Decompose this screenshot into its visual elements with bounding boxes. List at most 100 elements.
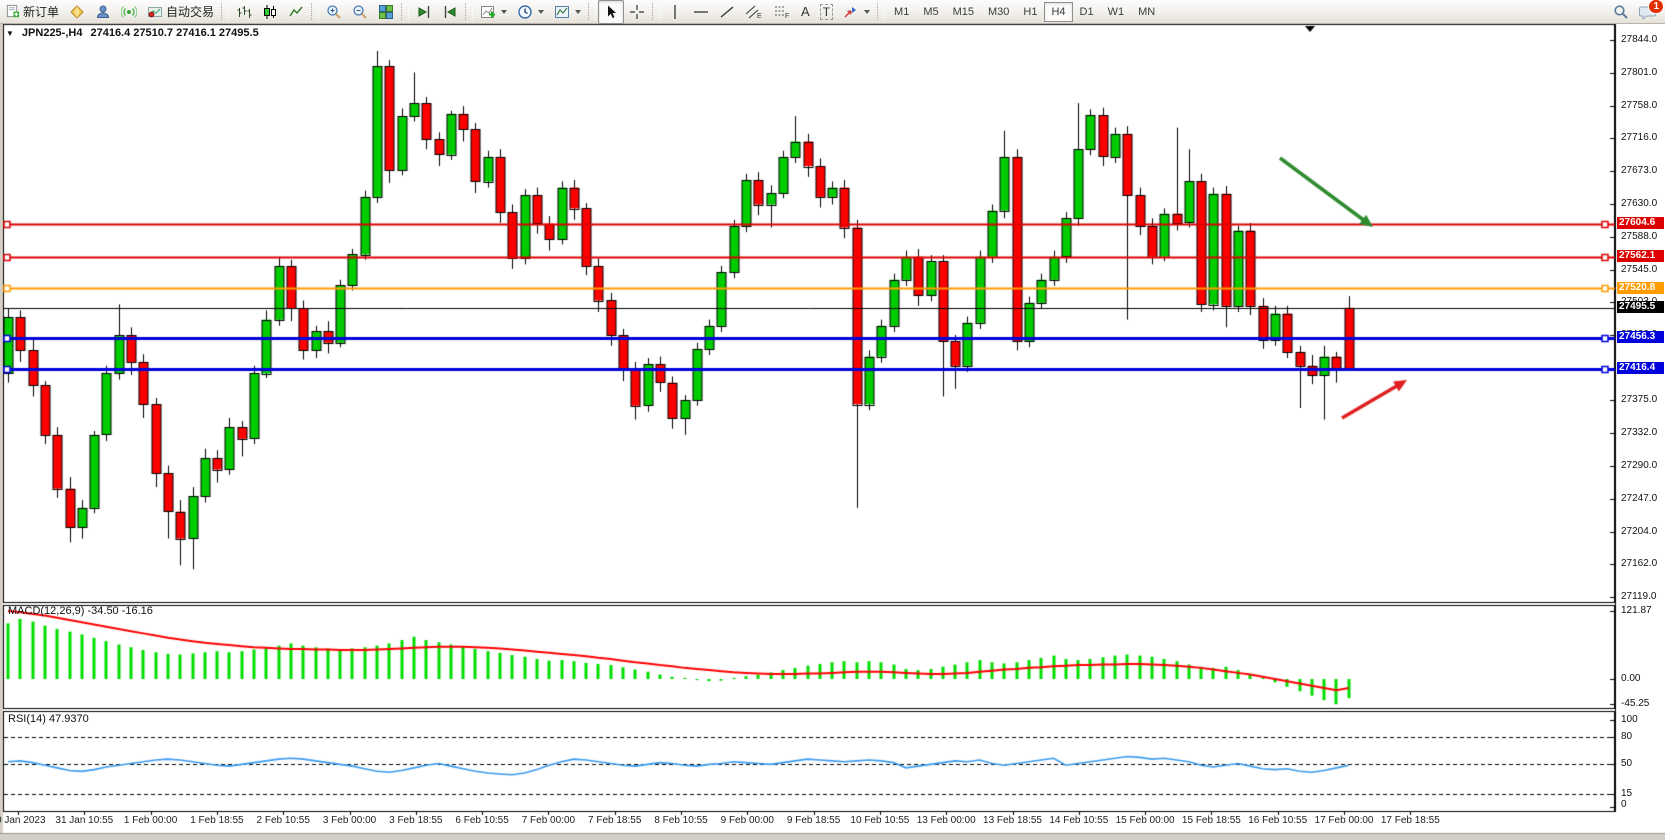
rsi-axis-tick: 100 (1621, 714, 1638, 725)
cursor-tool-button[interactable] (598, 0, 624, 24)
price-tag[interactable]: 27604.6 (1617, 217, 1664, 229)
timeframe-M1[interactable]: M1 (887, 2, 916, 22)
chart-canvas[interactable] (0, 0, 1665, 840)
fibonacci-icon: F (773, 4, 791, 20)
auto-trading-button[interactable]: 自动交易 (142, 0, 219, 24)
rsi-axis-tick: 15 (1621, 788, 1632, 799)
auto-scroll-icon (416, 4, 432, 20)
clock-icon (517, 4, 533, 20)
time-axis-label: 13 Feb 18:55 (983, 815, 1042, 826)
cursor-icon (603, 4, 619, 20)
profile-icon (95, 4, 111, 20)
template-icon (554, 4, 570, 20)
fibonacci-tool-button[interactable]: F (768, 0, 796, 24)
profile-button[interactable] (90, 0, 116, 24)
price-tick: 27673.0 (1621, 165, 1657, 176)
price-tag[interactable]: 27416.4 (1617, 362, 1664, 374)
time-axis-label: 3 Feb 18:55 (389, 815, 442, 826)
timeframe-M5[interactable]: M5 (916, 2, 945, 22)
chart-symbol-period: JPN225-,H4 (22, 27, 83, 39)
text-label-tool-button[interactable]: T (815, 0, 838, 24)
line-chart-icon (288, 4, 304, 20)
tile-windows-button[interactable] (373, 0, 399, 24)
notifications-button[interactable]: 1 (1639, 4, 1657, 20)
zoom-in-button[interactable] (321, 0, 347, 24)
price-tag[interactable]: 27520.8 (1617, 282, 1664, 294)
price-tick: 27844.0 (1621, 34, 1657, 45)
price-tag[interactable]: 27456.3 (1617, 331, 1664, 343)
price-tag[interactable]: 27495.5 (1617, 301, 1664, 313)
text-label-icon: T (820, 4, 833, 20)
time-axis-label: 7 Feb 00:00 (522, 815, 575, 826)
new-order-button[interactable]: 新订单 (0, 0, 64, 24)
templates-button[interactable] (549, 0, 586, 24)
toolbar-separator (465, 3, 473, 20)
toolbar-separator (652, 3, 660, 20)
search-icon[interactable] (1613, 4, 1629, 20)
periods-button[interactable] (512, 0, 549, 24)
time-axis-label: 30 Jan 2023 (0, 815, 46, 826)
price-tick: 27716.0 (1621, 132, 1657, 143)
time-axis-label: 15 Feb 18:55 (1182, 815, 1241, 826)
gem-button[interactable] (64, 0, 90, 24)
price-tick: 27247.0 (1621, 493, 1657, 504)
toolbar-separator (311, 3, 319, 20)
macd-axis-tick: 0.00 (1621, 673, 1640, 684)
time-axis-label: 2 Feb 10:55 (257, 815, 310, 826)
line-chart-button[interactable] (283, 0, 309, 24)
time-axis-label: 13 Feb 00:00 (917, 815, 976, 826)
price-tick: 27545.0 (1621, 264, 1657, 275)
chart-title-caret[interactable]: ▼ (6, 29, 14, 38)
indicators-icon (480, 4, 496, 20)
price-tick: 27162.0 (1621, 558, 1657, 569)
vline-tool-button[interactable] (662, 0, 688, 24)
macd-axis-tick: -45.25 (1621, 698, 1649, 709)
price-tick: 27119.0 (1621, 591, 1656, 602)
candlestick-button[interactable] (257, 0, 283, 24)
channel-tool-button[interactable]: E (740, 0, 768, 24)
timeframe-MN[interactable]: MN (1131, 2, 1162, 22)
chart-title[interactable]: ▼ JPN225-,H4 27416.4 27510.7 27416.1 274… (6, 27, 259, 39)
arrows-tool-button[interactable] (838, 0, 875, 24)
text-tool-button[interactable]: A (796, 0, 815, 24)
tile-windows-icon (378, 4, 394, 20)
timeframe-M15[interactable]: M15 (946, 2, 981, 22)
signal-button[interactable] (116, 0, 142, 24)
bar-chart-icon (236, 4, 252, 20)
price-tick: 27204.0 (1621, 526, 1657, 537)
indicators-button[interactable] (475, 0, 512, 24)
chart-shift-icon (442, 4, 458, 20)
timeframe-W1[interactable]: W1 (1101, 2, 1132, 22)
time-axis-label: 8 Feb 10:55 (654, 815, 707, 826)
auto-trading-label: 自动交易 (166, 3, 214, 20)
timeframe-M30[interactable]: M30 (981, 2, 1016, 22)
price-tick: 27758.0 (1621, 100, 1657, 111)
toolbar: 新订单 自动交易 E F A T M1M5M15M30H1H4D1W1MN 1 (0, 0, 1665, 24)
trendline-tool-button[interactable] (714, 0, 740, 24)
chevron-down-icon (575, 10, 581, 14)
hline-tool-button[interactable] (688, 0, 714, 24)
price-tag[interactable]: 27562.1 (1617, 250, 1664, 262)
price-tick: 27375.0 (1621, 394, 1657, 405)
chevron-down-icon (538, 10, 544, 14)
auto-trading-icon (147, 4, 163, 20)
crosshair-icon (629, 4, 645, 20)
timeframe-H4[interactable]: H4 (1044, 2, 1072, 22)
chart-shift-button[interactable] (437, 0, 463, 24)
crosshair-tool-button[interactable] (624, 0, 650, 24)
zoom-out-button[interactable] (347, 0, 373, 24)
time-axis-label: 1 Feb 00:00 (124, 815, 177, 826)
auto-scroll-button[interactable] (411, 0, 437, 24)
time-axis-label: 17 Feb 00:00 (1315, 815, 1374, 826)
timeframe-H1[interactable]: H1 (1016, 2, 1044, 22)
timeframe-D1[interactable]: D1 (1073, 2, 1101, 22)
macd-values: -34.50 -16.16 (87, 605, 152, 617)
channel-icon: E (745, 4, 763, 20)
rsi-value: 47.9370 (49, 713, 89, 725)
toolbar-separator (221, 3, 229, 20)
time-axis-label: 14 Feb 10:55 (1049, 815, 1108, 826)
time-axis-label: 10 Feb 10:55 (850, 815, 909, 826)
bar-chart-button[interactable] (231, 0, 257, 24)
macd-label: MACD(12,26,9) -34.50 -16.16 (8, 605, 153, 617)
price-tick: 27630.0 (1621, 198, 1657, 209)
